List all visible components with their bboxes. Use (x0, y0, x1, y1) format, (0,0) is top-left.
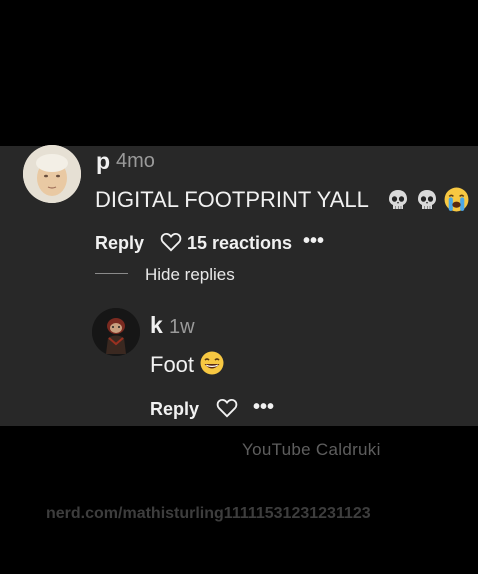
commenter-avatar[interactable] (23, 145, 81, 203)
reply-username[interactable]: k (150, 312, 163, 339)
reply-button[interactable]: Reply (95, 233, 144, 254)
comment-text: DIGITAL FOOTPRINT YALL (95, 187, 369, 212)
grinning-smiling-emoji (200, 351, 224, 375)
hide-replies-button[interactable]: Hide replies (145, 265, 235, 285)
comment-age: 4mo (116, 150, 155, 172)
hide-replies-divider (95, 273, 128, 274)
reply-age: 1w (169, 316, 195, 338)
heart-icon[interactable] (160, 232, 182, 252)
character-avatar-icon (92, 308, 140, 356)
reply-reply-button[interactable]: Reply (150, 399, 199, 420)
reply-text: Foot (150, 352, 195, 377)
reply-avatar[interactable] (92, 308, 140, 356)
commenter-username[interactable]: p (96, 148, 110, 175)
more-options-button[interactable]: ••• (303, 230, 324, 253)
reply-more-options-button[interactable]: ••• (253, 396, 274, 419)
face-icon (23, 145, 81, 203)
crying-face-emoji (444, 187, 469, 212)
youtube-watermark: YouTube Caldruki (242, 440, 381, 459)
heart-icon[interactable] (216, 398, 238, 418)
reactions-count[interactable]: 15 reactions (187, 233, 292, 254)
skull-emoji (418, 190, 436, 209)
skull-emoji (389, 190, 407, 209)
url-watermark: nerd.com/mathisturling11111531231231123 (46, 505, 371, 522)
